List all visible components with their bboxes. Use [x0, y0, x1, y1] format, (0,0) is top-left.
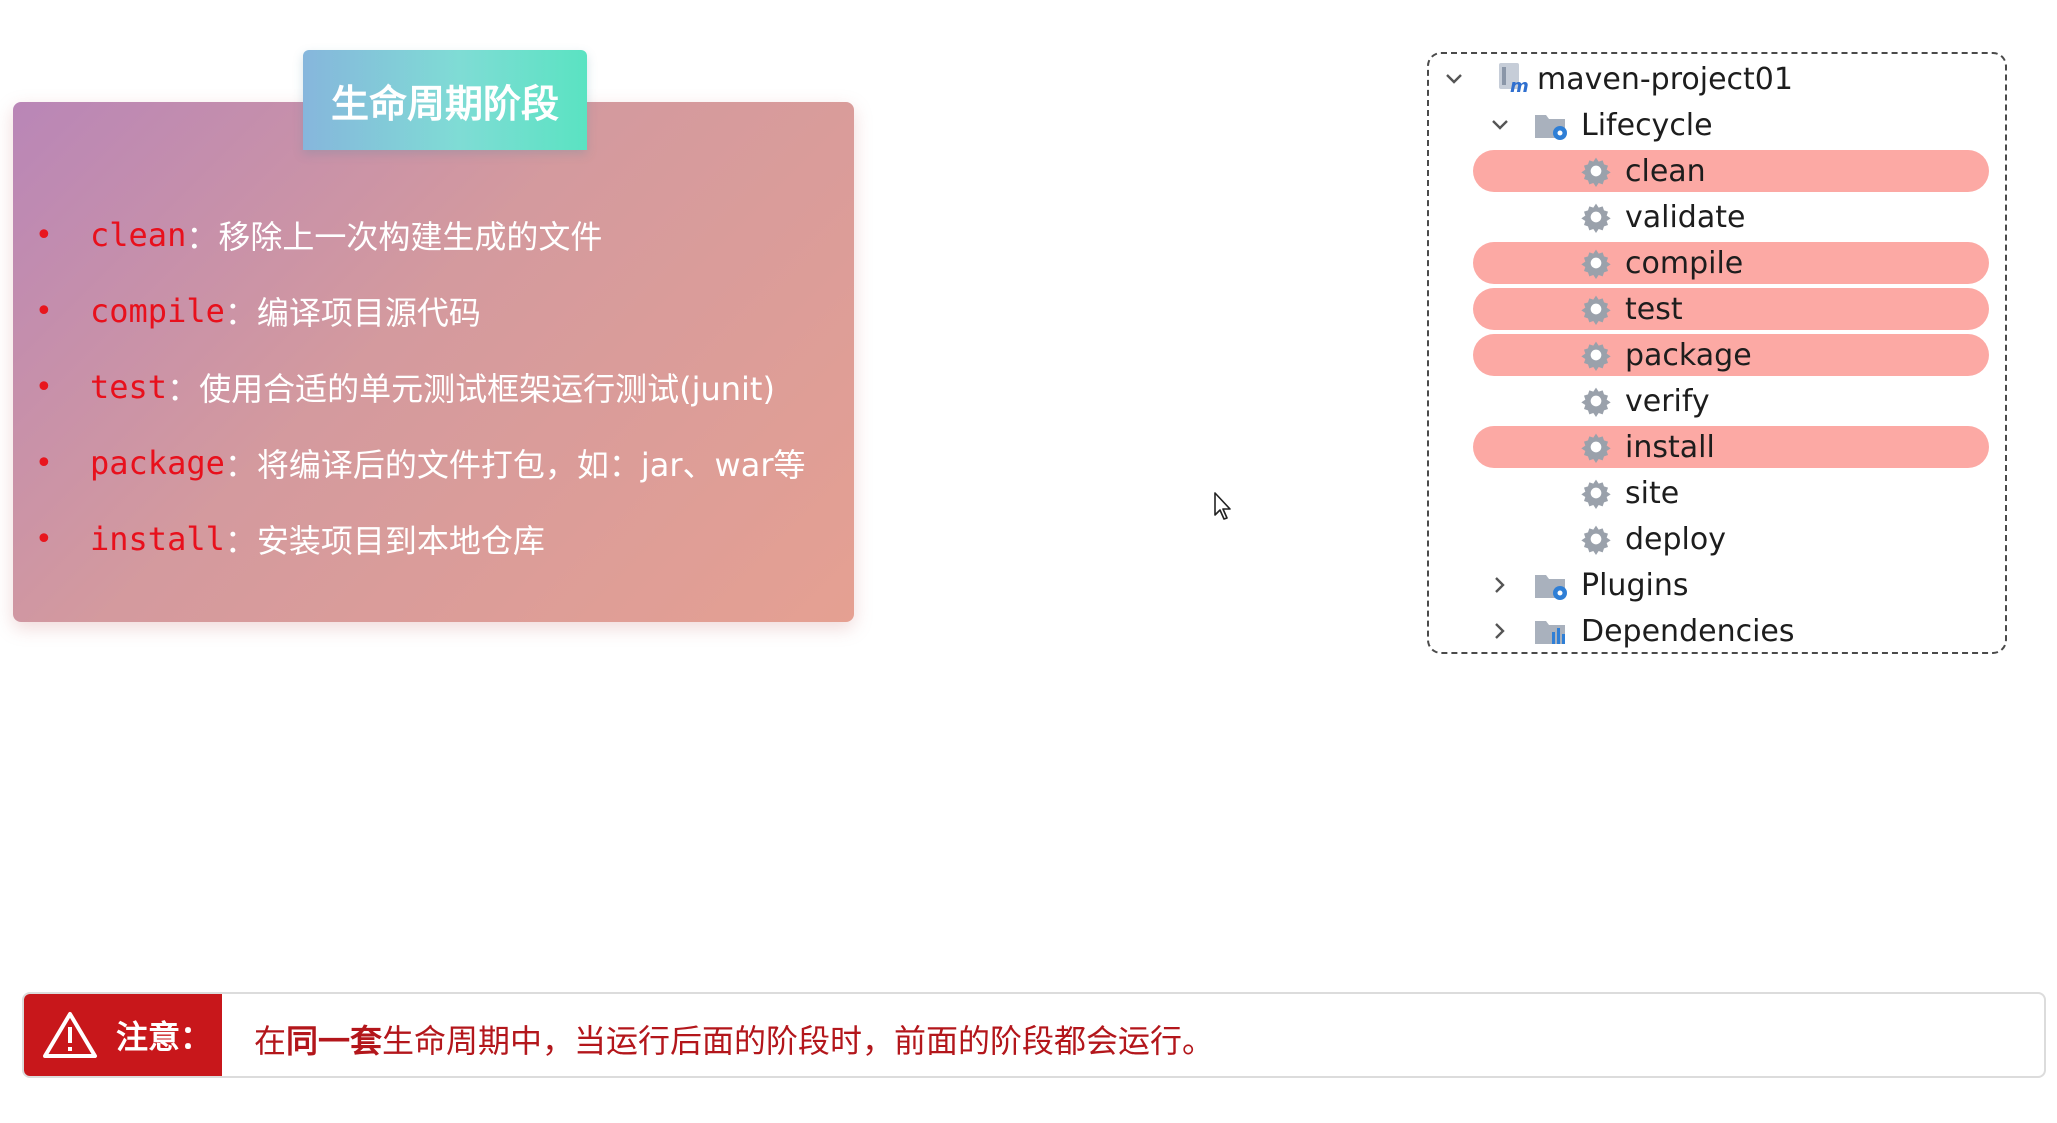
phase-label: site	[1625, 475, 1680, 511]
list-item: • clean ： 移除上一次构建生成的文件	[13, 197, 854, 273]
tree-node-project[interactable]: m maven-project01	[1429, 56, 2005, 102]
gear-icon	[1581, 387, 1611, 417]
mouse-cursor-icon	[1214, 492, 1231, 520]
gear-icon	[1581, 433, 1611, 463]
notice-bar: 注意： 在同一套生命周期中，当运行后面的阶段时，前面的阶段都会运行。	[22, 992, 2046, 1078]
phase-keyword: test	[90, 368, 168, 406]
svg-text:m: m	[1510, 76, 1529, 96]
phase-label: verify	[1625, 383, 1710, 419]
bullet: •	[35, 217, 53, 253]
bullet: •	[35, 445, 53, 481]
tree-node-phase-package[interactable]: package	[1429, 332, 2005, 378]
tree-node-phase-validate[interactable]: validate	[1429, 194, 2005, 240]
lifecycle-folder-icon	[1535, 115, 1567, 140]
phase-keyword: compile	[90, 292, 225, 330]
notice-title: 注意：	[116, 1018, 213, 1056]
phase-label: deploy	[1625, 521, 1726, 557]
phase-description: 移除上一次构建生成的文件	[218, 218, 603, 256]
gear-icon	[1581, 157, 1611, 187]
phase-description: 使用合适的单元测试框架运行测试(junit)	[199, 370, 775, 408]
phase-keyword: install	[90, 520, 225, 558]
phase-highlight	[1473, 288, 1989, 330]
phase-keyword: clean	[90, 216, 187, 254]
gear-icon	[1581, 203, 1611, 233]
separator: ：	[167, 370, 200, 408]
tree-node-phase-clean[interactable]: clean	[1429, 148, 2005, 194]
list-item: • install ： 安装项目到本地仓库	[13, 501, 854, 577]
phase-highlight	[1473, 426, 1989, 468]
tree-node-lifecycle[interactable]: Lifecycle	[1429, 102, 2005, 148]
tree-node-phase-compile[interactable]: compile	[1429, 240, 2005, 286]
notice-text: 在同一套生命周期中，当运行后面的阶段时，前面的阶段都会运行。	[254, 1016, 1214, 1062]
list-item: • compile ： 编译项目源代码	[13, 273, 854, 349]
bullet: •	[35, 369, 53, 405]
maven-tool-window-tree: m maven-project01 Lifecycle clean valida…	[1427, 52, 2007, 654]
plugins-label: Plugins	[1581, 567, 1689, 603]
phase-description: 安装项目到本地仓库	[256, 522, 545, 560]
lifecycle-stage-list: • clean ： 移除上一次构建生成的文件 • compile ： 编译项目源…	[13, 197, 854, 577]
phase-label: validate	[1625, 199, 1746, 235]
separator: ：	[224, 294, 257, 332]
tree-node-dependencies[interactable]: Dependencies	[1429, 608, 2005, 654]
notice-badge: 注意：	[24, 994, 222, 1076]
lifecycle-stage-title: 生命周期阶段	[303, 50, 587, 150]
tree-node-phase-verify[interactable]: verify	[1429, 378, 2005, 424]
gear-icon	[1581, 525, 1611, 555]
project-name: maven-project01	[1537, 61, 1793, 97]
tree-node-phase-install[interactable]: install	[1429, 424, 2005, 470]
tree-node-phase-deploy[interactable]: deploy	[1429, 516, 2005, 562]
plugins-folder-icon	[1535, 575, 1567, 600]
notice-text-suffix: 生命周期中，当运行后面的阶段时，前面的阶段都会运行。	[382, 1022, 1215, 1060]
gear-icon	[1581, 295, 1611, 325]
phase-label: install	[1625, 429, 1715, 465]
phase-highlight	[1473, 150, 1989, 192]
warning-icon	[43, 1012, 97, 1058]
phase-description: 将编译后的文件打包，如：jar、war等	[256, 446, 806, 484]
list-item: • package ： 将编译后的文件打包，如：jar、war等	[13, 425, 854, 501]
chevron-right-icon[interactable]	[1489, 620, 1511, 642]
phase-label: package	[1625, 337, 1752, 373]
lifecycle-label: Lifecycle	[1581, 107, 1713, 143]
tree-node-phase-test[interactable]: test	[1429, 286, 2005, 332]
phase-label: compile	[1625, 245, 1744, 281]
phase-keyword: package	[90, 444, 225, 482]
gear-icon	[1581, 341, 1611, 371]
separator: ：	[224, 522, 257, 560]
tree-node-plugins[interactable]: Plugins	[1429, 562, 2005, 608]
gear-icon	[1581, 479, 1611, 509]
dependencies-folder-icon	[1535, 621, 1565, 644]
chevron-down-icon[interactable]	[1443, 68, 1465, 90]
notice-text-prefix: 在	[254, 1022, 287, 1060]
phase-label: clean	[1625, 153, 1706, 189]
phase-description: 编译项目源代码	[256, 294, 481, 332]
separator: ：	[186, 218, 219, 256]
notice-text-emphasis: 同一套	[286, 1022, 383, 1060]
chevron-right-icon[interactable]	[1489, 574, 1511, 596]
chevron-down-icon[interactable]	[1489, 114, 1511, 136]
maven-module-icon: m	[1499, 63, 1529, 96]
list-item: • test ： 使用合适的单元测试框架运行测试(junit)	[13, 349, 854, 425]
tree-node-phase-site[interactable]: site	[1429, 470, 2005, 516]
lifecycle-stage-card: • clean ： 移除上一次构建生成的文件 • compile ： 编译项目源…	[13, 102, 854, 622]
gear-icon	[1581, 249, 1611, 279]
dependencies-label: Dependencies	[1581, 613, 1795, 649]
bullet: •	[35, 293, 53, 329]
separator: ：	[224, 446, 257, 484]
bullet: •	[35, 521, 53, 557]
phase-label: test	[1625, 291, 1683, 327]
